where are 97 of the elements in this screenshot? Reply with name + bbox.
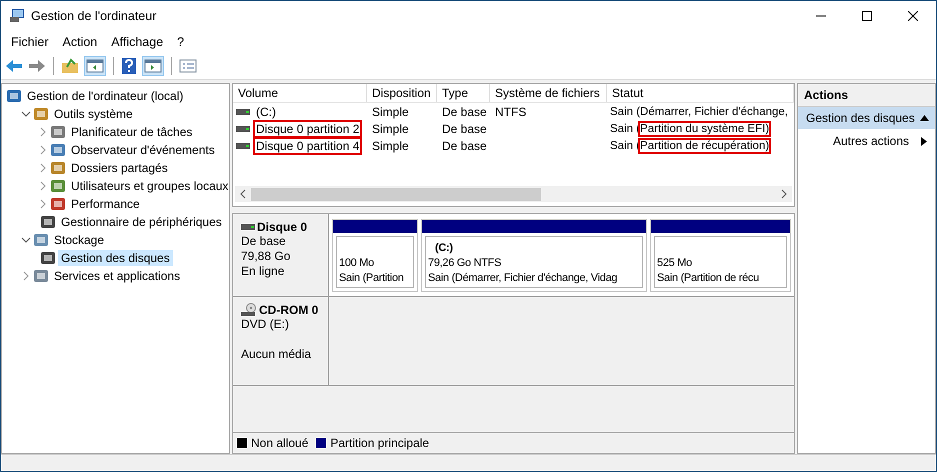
- tree-item[interactable]: Observateur d'événements: [68, 142, 218, 158]
- tree-item[interactable]: Gestion des disques: [58, 250, 173, 266]
- partition-block[interactable]: 100 Mo Sain (Partition: [332, 219, 418, 292]
- collapse-triangle-icon[interactable]: [920, 115, 929, 121]
- table-cell: Partition du système EFI): [640, 122, 770, 134]
- legend-label: Partition principale: [330, 436, 430, 450]
- collapsed-chevron-icon[interactable]: [38, 145, 48, 155]
- table-cell-text: Simple: [371, 138, 410, 152]
- panel-toggle-icon[interactable]: [142, 56, 164, 76]
- disk-detail: 79,88 Go: [241, 249, 292, 264]
- tree-item[interactable]: Outils système: [51, 106, 136, 122]
- disk-detail: DVD (E:): [241, 317, 290, 332]
- partition-status: Sain (Partition: [339, 271, 405, 286]
- partition-size: 79,26 Go NTFS: [428, 256, 502, 271]
- node-icon: [40, 214, 56, 230]
- node-icon: [50, 142, 66, 158]
- tree-item[interactable]: Gestion de l'ordinateur (local): [24, 88, 186, 104]
- tree-item[interactable]: Utilisateurs et groupes locaux: [68, 178, 232, 194]
- submenu-triangle-icon: [921, 136, 927, 146]
- drive-icon: [236, 142, 250, 150]
- collapsed-chevron-icon[interactable]: [38, 181, 48, 191]
- node-icon: [50, 124, 66, 140]
- column-header[interactable]: Type: [437, 84, 490, 102]
- disk-media-status: Aucun média: [241, 347, 312, 362]
- tree-item[interactable]: Stockage: [51, 232, 108, 248]
- actions-section[interactable]: Gestion des disques: [798, 107, 935, 129]
- node-icon: [40, 250, 56, 266]
- drive-icon: [236, 108, 250, 116]
- folder-up-icon[interactable]: [61, 58, 79, 74]
- collapsed-chevron-icon[interactable]: [38, 163, 48, 173]
- disk-detail: De base: [241, 234, 287, 249]
- help-icon[interactable]: [121, 57, 137, 75]
- tree-item[interactable]: Gestionnaire de périphériques: [58, 214, 225, 230]
- node-icon: [33, 232, 49, 248]
- column-header[interactable]: Système de fichiers: [490, 84, 607, 102]
- horizontal-scrollbar[interactable]: [235, 186, 792, 202]
- section-title: Gestion des disques: [806, 111, 915, 125]
- partition-block[interactable]: 525 Mo Sain (Partition de récu: [650, 219, 791, 292]
- column-header[interactable]: Volume: [233, 84, 367, 102]
- disk-name: CD-ROM 0: [259, 303, 318, 317]
- partition-status: Sain (Démarrer, Fichier d'échange, Vidag: [428, 271, 618, 286]
- table-cell: (C:): [255, 104, 277, 118]
- tree-item[interactable]: Dossiers partagés: [68, 160, 171, 176]
- node-icon: [33, 106, 49, 122]
- expanded-chevron-icon[interactable]: [21, 235, 31, 245]
- table-cell: Sain (Démarrer, Fichier d'échange,: [610, 106, 788, 118]
- table-cell-text: De base: [441, 104, 488, 118]
- tree-item[interactable]: Planificateur de tâches: [68, 124, 196, 140]
- drive-icon: [241, 223, 255, 231]
- menu-item[interactable]: Fichier: [11, 35, 49, 49]
- menu-item[interactable]: ?: [177, 35, 184, 49]
- table-cell: Disque 0 partition 4: [255, 138, 360, 152]
- table-cell-text: De base: [441, 122, 488, 136]
- node-icon: [50, 160, 66, 176]
- node-icon: [6, 88, 22, 104]
- action-label: Autres actions: [832, 134, 909, 148]
- scroll-left-icon[interactable]: [239, 189, 247, 199]
- actions-header: Actions: [798, 84, 935, 107]
- computer-icon: [9, 8, 25, 24]
- node-icon: [50, 178, 66, 194]
- expanded-chevron-icon[interactable]: [21, 109, 31, 119]
- collapsed-chevron-icon[interactable]: [21, 271, 31, 281]
- back-arrow-icon[interactable]: [5, 58, 23, 74]
- partition-label: (C:): [434, 241, 454, 256]
- partition-block[interactable]: (C:) 79,26 Go NTFS Sain (Démarrer, Fichier d'échange, Vidag: [421, 219, 647, 292]
- close-icon: [908, 11, 918, 21]
- menu-item[interactable]: Affichage: [111, 35, 164, 49]
- scroll-right-icon[interactable]: [780, 189, 788, 199]
- properties-list-icon[interactable]: [179, 58, 197, 74]
- partition-size: 525 Mo: [657, 256, 693, 271]
- table-cell-text: Simple: [371, 104, 410, 118]
- partition-size: 100 Mo: [339, 256, 375, 271]
- table-cell: Disque 0 partition 2: [255, 122, 360, 136]
- table-cell: Partition de récupération): [640, 140, 770, 152]
- node-icon: [50, 196, 66, 212]
- collapsed-chevron-icon[interactable]: [38, 127, 48, 137]
- column-header[interactable]: Statut: [607, 84, 794, 102]
- disk-detail: En ligne: [241, 264, 286, 279]
- window-title: Gestion de l'ordinateur: [31, 9, 156, 23]
- table-cell-text: Simple: [371, 122, 410, 136]
- column-header[interactable]: Disposition: [367, 84, 437, 102]
- disk-name: Disque 0: [257, 220, 308, 234]
- legend-label: Non alloué: [251, 436, 308, 450]
- menu-item[interactable]: Action: [62, 35, 98, 49]
- tree-item[interactable]: Performance: [68, 196, 143, 212]
- collapsed-chevron-icon[interactable]: [38, 199, 48, 209]
- cd-drive-icon: [241, 303, 257, 317]
- action-item[interactable]: Autres actions: [798, 129, 935, 153]
- node-icon: [33, 268, 49, 284]
- panel-toggle-icon[interactable]: [84, 56, 106, 76]
- table-cell-text: De base: [441, 138, 488, 152]
- table-cell-text: NTFS: [494, 104, 528, 118]
- tree-item[interactable]: Services et applications: [51, 268, 184, 284]
- partition-status: Sain (Partition de récu: [657, 271, 760, 286]
- drive-icon: [236, 124, 250, 132]
- forward-arrow-icon[interactable]: [28, 58, 46, 74]
- maximize-icon: [862, 11, 872, 21]
